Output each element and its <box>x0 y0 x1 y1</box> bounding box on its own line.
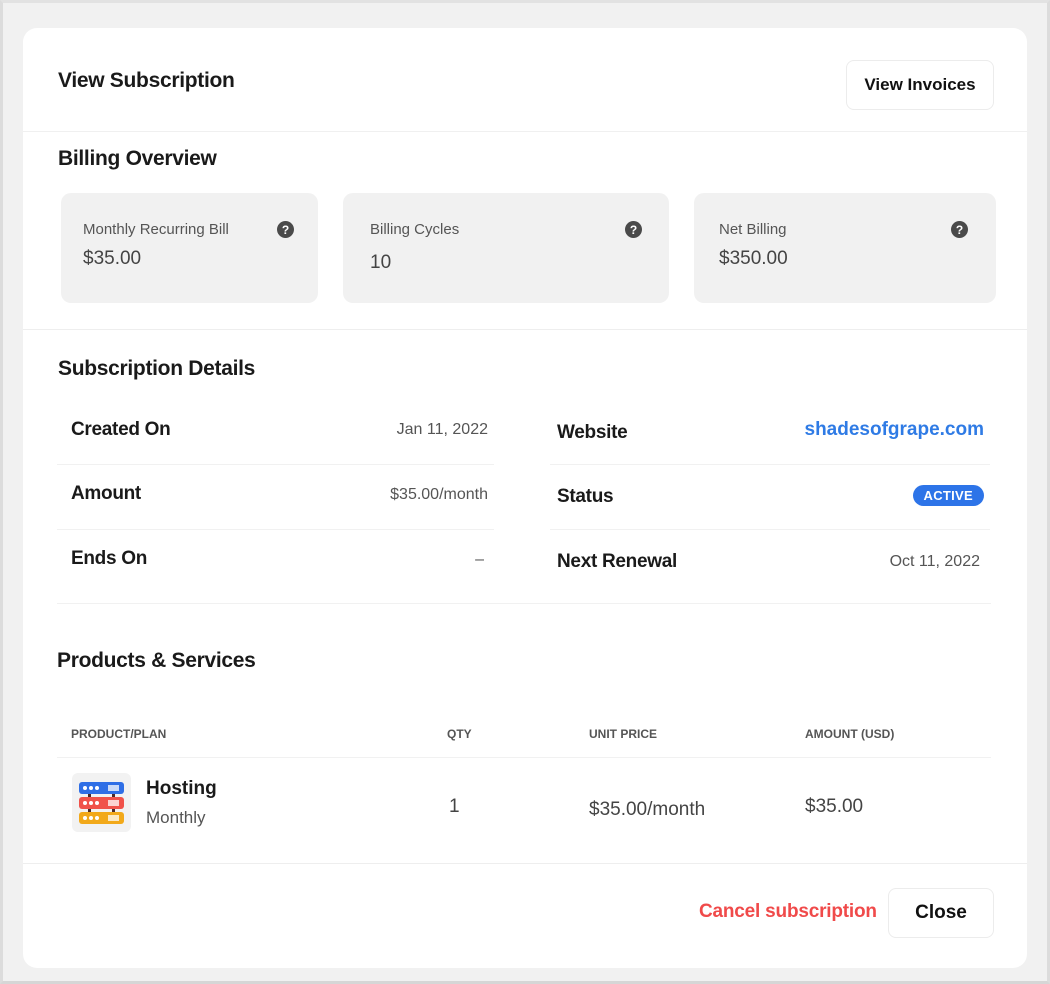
detail-value: Jan 11, 2022 <box>396 421 488 438</box>
product-plan: Monthly <box>146 808 206 827</box>
cancel-subscription-button[interactable]: Cancel subscription <box>699 901 877 923</box>
card-value: $350.00 <box>719 248 788 269</box>
detail-value: $35.00/month <box>390 486 488 503</box>
products-services-title: Products & Services <box>57 649 256 672</box>
column-header-product: PRODUCT/PLAN <box>71 727 167 741</box>
footer-divider <box>23 863 1027 864</box>
monthly-recurring-bill-card: Monthly Recurring Bill $35.00 ? <box>61 193 318 303</box>
modal-header: View Subscription View Invoices <box>23 28 1027 132</box>
help-icon[interactable]: ? <box>277 221 294 238</box>
view-invoices-button[interactable]: View Invoices <box>846 60 994 110</box>
detail-row-status: Status ACTIVE <box>550 466 990 530</box>
detail-row-created-on: Created On Jan 11, 2022 <box>57 401 494 465</box>
detail-label: Status <box>557 486 614 507</box>
table-header-divider <box>57 757 991 758</box>
website-link[interactable]: shadesofgrape.com <box>805 419 985 441</box>
detail-label: Ends On <box>71 548 148 569</box>
modal-title: View Subscription <box>58 69 235 92</box>
billing-overview-title: Billing Overview <box>58 147 217 170</box>
product-amount: $35.00 <box>805 796 864 817</box>
net-billing-card: Net Billing $350.00 ? <box>694 193 996 303</box>
status-badge-wrap: ACTIVE <box>912 485 984 506</box>
column-header-unit-price: UNIT PRICE <box>589 727 658 741</box>
close-button[interactable]: Close <box>888 888 994 938</box>
product-qty: 1 <box>449 796 460 817</box>
subscription-modal: View Subscription View Invoices Billing … <box>23 28 1027 968</box>
product-unit-price: $35.00/month <box>589 799 706 820</box>
card-label: Net Billing <box>719 221 787 238</box>
product-name: Hosting <box>146 778 217 799</box>
detail-row-ends-on: Ends On – <box>57 531 494 595</box>
details-divider <box>57 603 991 604</box>
detail-row-amount: Amount $35.00/month <box>57 466 494 530</box>
column-header-qty: QTY <box>447 727 472 741</box>
detail-row-website: Website shadesofgrape.com <box>550 401 990 465</box>
detail-value: – <box>475 551 484 568</box>
card-label: Monthly Recurring Bill <box>83 221 229 238</box>
section-divider <box>23 329 1027 330</box>
help-icon[interactable]: ? <box>951 221 968 238</box>
billing-cycles-card: Billing Cycles 10 ? <box>343 193 669 303</box>
detail-value: Oct 11, 2022 <box>889 553 980 570</box>
detail-label: Created On <box>71 419 171 440</box>
detail-row-next-renewal: Next Renewal Oct 11, 2022 <box>550 531 990 595</box>
status-badge: ACTIVE <box>912 485 984 506</box>
detail-label: Next Renewal <box>557 551 677 572</box>
card-value: $35.00 <box>83 248 142 269</box>
server-rack-icon <box>72 773 131 832</box>
detail-label: Website <box>557 422 628 443</box>
column-header-amount: AMOUNT (USD) <box>805 727 895 741</box>
card-label: Billing Cycles <box>370 221 460 238</box>
detail-label: Amount <box>71 483 141 504</box>
card-value: 10 <box>370 252 392 273</box>
help-icon[interactable]: ? <box>625 221 642 238</box>
subscription-details-title: Subscription Details <box>58 357 256 380</box>
